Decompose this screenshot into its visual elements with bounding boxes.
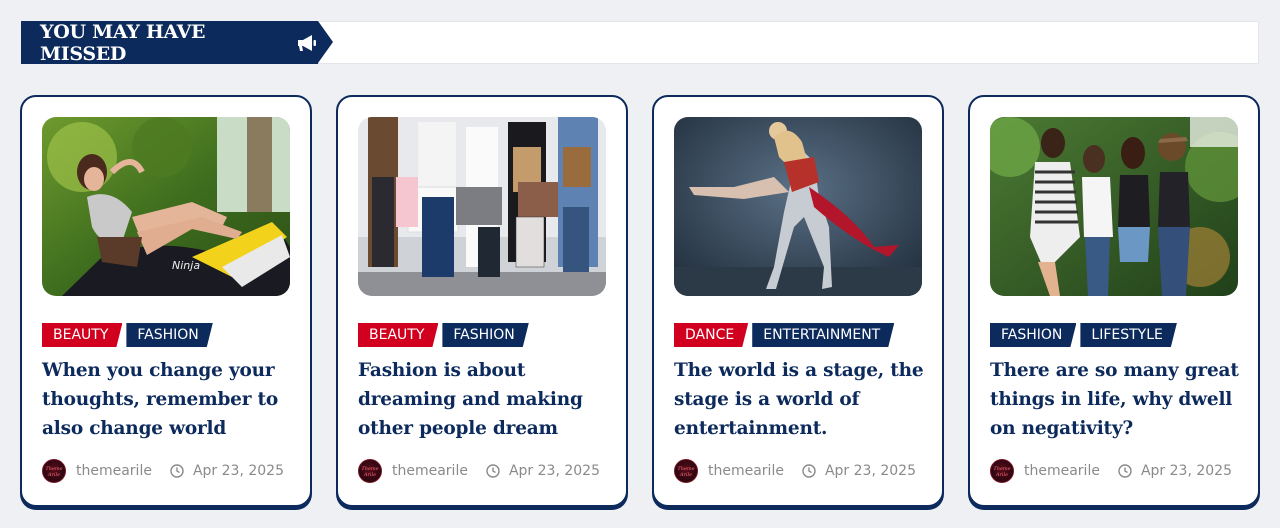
post-title[interactable]: Fashion is about dreaming and making oth… [358, 356, 618, 443]
post-date[interactable]: Apr 23, 2025 [825, 463, 916, 479]
tag-lifestyle[interactable]: LIFESTYLE [1080, 323, 1176, 347]
tag-fashion[interactable]: FASHION [442, 323, 528, 347]
post-image[interactable]: Ninja [42, 117, 290, 296]
post-date[interactable]: Apr 23, 2025 [1141, 463, 1232, 479]
post-title[interactable]: The world is a stage, the stage is a wor… [674, 356, 934, 443]
author-avatar[interactable]: Theme Arile [358, 459, 382, 483]
tag-beauty[interactable]: BEAUTY [42, 323, 122, 347]
avatar-logo-text: Theme Arile [361, 466, 379, 478]
post-card[interactable]: BEAUTY FASHION Fashion is about dreaming… [336, 95, 628, 507]
tag-list: BEAUTY FASHION [358, 323, 529, 347]
section-header: YOU MAY HAVE MISSED [21, 20, 1259, 65]
author-avatar[interactable]: Theme Arile [42, 459, 66, 483]
tag-fashion[interactable]: FASHION [126, 323, 212, 347]
post-title[interactable]: There are so many great things in life, … [990, 356, 1250, 443]
post-title[interactable]: When you change your thoughts, remember … [42, 356, 302, 443]
author-avatar[interactable]: Theme Arile [674, 459, 698, 483]
svg-text:Ninja: Ninja [172, 259, 200, 272]
post-meta: Theme Arile themearile Apr 23, 2025 [358, 459, 600, 483]
tag-fashion[interactable]: FASHION [990, 323, 1076, 347]
section-title-text: YOU MAY HAVE MISSED [40, 20, 206, 65]
avatar-logo-text: Theme Arile [993, 466, 1011, 478]
tag-entertainment[interactable]: ENTERTAINMENT [752, 323, 894, 347]
tag-beauty[interactable]: BEAUTY [358, 323, 438, 347]
post-image[interactable] [990, 117, 1238, 296]
clock-icon [802, 464, 816, 478]
post-card[interactable]: FASHION LIFESTYLE There are so many grea… [968, 95, 1260, 507]
avatar-logo-text: Theme Arile [45, 466, 63, 478]
tag-dance[interactable]: DANCE [674, 323, 748, 347]
post-image[interactable] [674, 117, 922, 296]
author-name[interactable]: themearile [392, 463, 468, 479]
avatar-logo-text: Theme Arile [677, 466, 695, 478]
tag-list: FASHION LIFESTYLE [990, 323, 1177, 347]
clock-icon [486, 464, 500, 478]
post-card[interactable]: DANCE ENTERTAINMENT The world is a stage… [652, 95, 944, 507]
megaphone-icon [296, 33, 318, 53]
author-name[interactable]: themearile [708, 463, 784, 479]
post-meta: Theme Arile themearile Apr 23, 2025 [42, 459, 284, 483]
author-avatar[interactable]: Theme Arile [990, 459, 1014, 483]
post-date[interactable]: Apr 23, 2025 [509, 463, 600, 479]
post-card[interactable]: Ninja BEAUTY FASHION When you change you… [20, 95, 312, 507]
clock-icon [1118, 464, 1132, 478]
post-image[interactable] [358, 117, 606, 296]
post-meta: Theme Arile themearile Apr 23, 2025 [990, 459, 1232, 483]
tag-list: DANCE ENTERTAINMENT [674, 323, 894, 347]
post-meta: Theme Arile themearile Apr 23, 2025 [674, 459, 916, 483]
clock-icon [170, 464, 184, 478]
author-name[interactable]: themearile [1024, 463, 1100, 479]
author-name[interactable]: themearile [76, 463, 152, 479]
tag-list: BEAUTY FASHION [42, 323, 213, 347]
post-date[interactable]: Apr 23, 2025 [193, 463, 284, 479]
section-title: YOU MAY HAVE MISSED [21, 20, 333, 65]
